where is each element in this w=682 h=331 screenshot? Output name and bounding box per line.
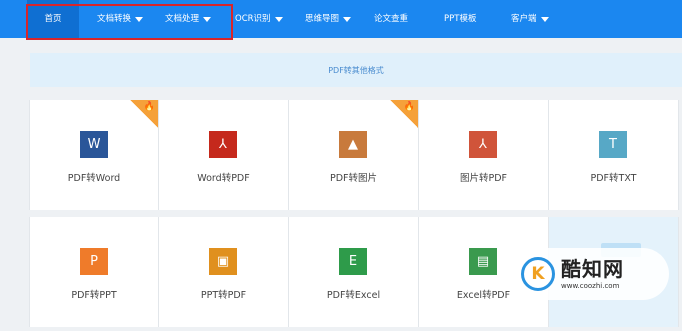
chevron-down-icon — [540, 16, 549, 22]
nav-item-mindmap[interactable]: 思维导图 — [305, 0, 352, 38]
nav-item-label: 客户端 — [511, 14, 537, 24]
flame-icon: 🔥 — [143, 102, 155, 112]
tool-tile-label: PDF转TXT — [590, 173, 637, 184]
pdf-icon: ⅄ — [209, 131, 237, 158]
nav-item-plagiarism-check[interactable]: 论文查重 — [374, 0, 408, 38]
tool-tile-label: Word转PDF — [197, 173, 250, 184]
tool-tile-label: 图片转PDF — [459, 173, 507, 184]
watermark-name: 酷知网 — [561, 257, 624, 281]
excel-pdf-icon: ▤ — [469, 248, 497, 275]
tool-tile-ppt-to-pdf[interactable]: ▣ PPT转PDF — [159, 217, 289, 327]
tool-tile-label: PDF转PPT — [71, 290, 117, 301]
tool-tile-label: PDF转Word — [67, 173, 121, 184]
tool-tile-label: PDF转图片 — [329, 173, 377, 184]
nav-item-ppt-templates[interactable]: PPT模板 — [444, 0, 476, 38]
nav-item-label: 文档处理 — [165, 14, 200, 24]
tool-tile-image-to-pdf[interactable]: ⅄ 图片转PDF — [419, 100, 549, 210]
tool-tile-pdf-to-image[interactable]: ▲ PDF转图片 🔥 — [289, 100, 419, 210]
excel-icon: E — [339, 248, 367, 275]
ppt-pdf-icon: ▣ — [209, 248, 237, 275]
top-nav-bar: 首页 文档转换 文档处理 OCR识别 思维导图 论文查重 PPT模板 客户端 — [0, 0, 682, 38]
image-icon: ▲ — [339, 131, 367, 158]
tool-tile-pdf-to-excel[interactable]: E PDF转Excel — [289, 217, 419, 327]
nav-item-label: PPT模板 — [444, 14, 477, 24]
tool-tile-pdf-to-ppt[interactable]: P PDF转PPT — [29, 217, 159, 327]
ppt-icon: P — [80, 248, 108, 275]
hot-badge: 🔥 — [390, 100, 418, 128]
chevron-down-icon — [135, 16, 144, 22]
hot-badge: 🔥 — [130, 100, 158, 128]
nav-item-doc-process[interactable]: 文档处理 — [165, 0, 212, 38]
nav-item-client[interactable]: 客户端 — [511, 0, 549, 38]
tool-tile-label: PPT转PDF — [200, 290, 247, 301]
nav-item-home[interactable]: 首页 — [27, 0, 79, 38]
chevron-down-icon — [343, 16, 352, 22]
watermark-logo-icon: K — [521, 257, 555, 291]
word-icon: W — [80, 131, 108, 158]
category-banner: PDF转其他格式 — [30, 53, 682, 87]
nav-item-label: 思维导图 — [305, 14, 340, 24]
category-title: PDF转其他格式 — [328, 65, 384, 75]
tool-tile-pdf-to-txt[interactable]: T PDF转TXT — [549, 100, 679, 210]
txt-icon: T — [599, 131, 627, 158]
nav-item-label: 首页 — [44, 14, 62, 24]
tool-tile-pdf-to-word[interactable]: W PDF转Word 🔥 — [29, 100, 159, 210]
watermark-text: 酷知网 www.coozhi.com — [561, 258, 624, 290]
chevron-down-icon — [274, 16, 283, 22]
nav-item-label: 文档转换 — [97, 14, 132, 24]
tool-grid-row: W PDF转Word 🔥 ⅄ Word转PDF ▲ PDF转图片 🔥 ⅄ 图片转… — [29, 100, 682, 210]
site-watermark: K 酷知网 www.coozhi.com — [517, 248, 669, 300]
tool-tile-word-to-pdf[interactable]: ⅄ Word转PDF — [159, 100, 289, 210]
pdf-icon: ⅄ — [469, 131, 497, 158]
watermark-url: www.coozhi.com — [561, 282, 620, 290]
nav-item-label: OCR识别 — [235, 14, 271, 24]
chevron-down-icon — [203, 16, 212, 22]
nav-item-ocr[interactable]: OCR识别 — [235, 0, 283, 38]
flame-icon: 🔥 — [403, 102, 415, 112]
tool-tile-label: PDF转Excel — [326, 290, 381, 301]
nav-item-label: 论文查重 — [374, 14, 409, 24]
nav-item-doc-convert[interactable]: 文档转换 — [97, 0, 144, 38]
